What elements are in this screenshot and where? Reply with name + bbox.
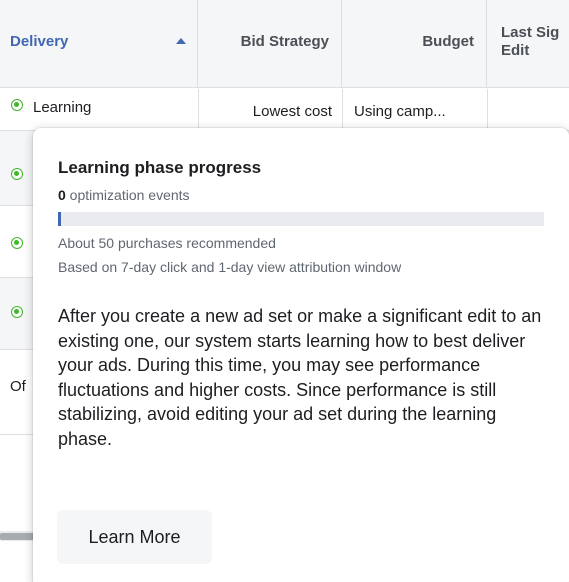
column-header-last-significant-edit[interactable]: Last Sig Edit <box>487 0 569 88</box>
optimization-events-count: 0 <box>58 187 66 203</box>
sort-ascending-icon[interactable] <box>176 38 186 44</box>
optimization-events: 0 optimization events <box>58 187 190 203</box>
column-header-budget-label: Budget <box>422 33 474 50</box>
cell-divider <box>342 89 343 130</box>
column-header-budget[interactable]: Budget <box>342 0 487 88</box>
learning-phase-tooltip: Learning phase progress 0 optimization e… <box>33 128 569 582</box>
table-header: Delivery Bid Strategy Budget Last Sig Ed… <box>0 0 569 88</box>
recommendation-text: About 50 purchases recommended <box>58 235 276 251</box>
bid-strategy-value: Lowest cost <box>252 103 332 120</box>
status-dot-icon <box>11 237 23 249</box>
cell-divider <box>198 89 199 130</box>
delivery-status: Of <box>10 378 26 395</box>
budget-value: Using camp... <box>354 103 446 120</box>
status-dot-icon <box>11 168 23 180</box>
status-dot-icon <box>11 99 23 111</box>
column-header-delivery-label: Delivery <box>10 33 69 50</box>
column-header-last-significant-edit-label: Last Sig Edit <box>501 24 560 59</box>
column-header-bid-strategy[interactable]: Bid Strategy <box>198 0 342 88</box>
cell-divider <box>487 89 488 130</box>
column-header-bid-strategy-label: Bid Strategy <box>240 33 329 50</box>
status-dot-icon <box>11 306 23 318</box>
table-row[interactable]: Learning Lowest cost Using camp... <box>0 89 569 131</box>
tooltip-body: After you create a new ad set or make a … <box>58 306 542 449</box>
column-header-delivery[interactable]: Delivery <box>0 0 198 88</box>
delivery-status: Learning <box>33 99 92 116</box>
learning-progress-fill <box>58 212 61 226</box>
attribution-text: Based on 7-day click and 1-day view attr… <box>58 259 402 275</box>
learning-progress-bar <box>58 212 544 226</box>
optimization-events-label: optimization events <box>65 187 190 203</box>
learn-more-button[interactable]: Learn More <box>57 510 212 564</box>
tooltip-title: Learning phase progress <box>58 158 262 177</box>
